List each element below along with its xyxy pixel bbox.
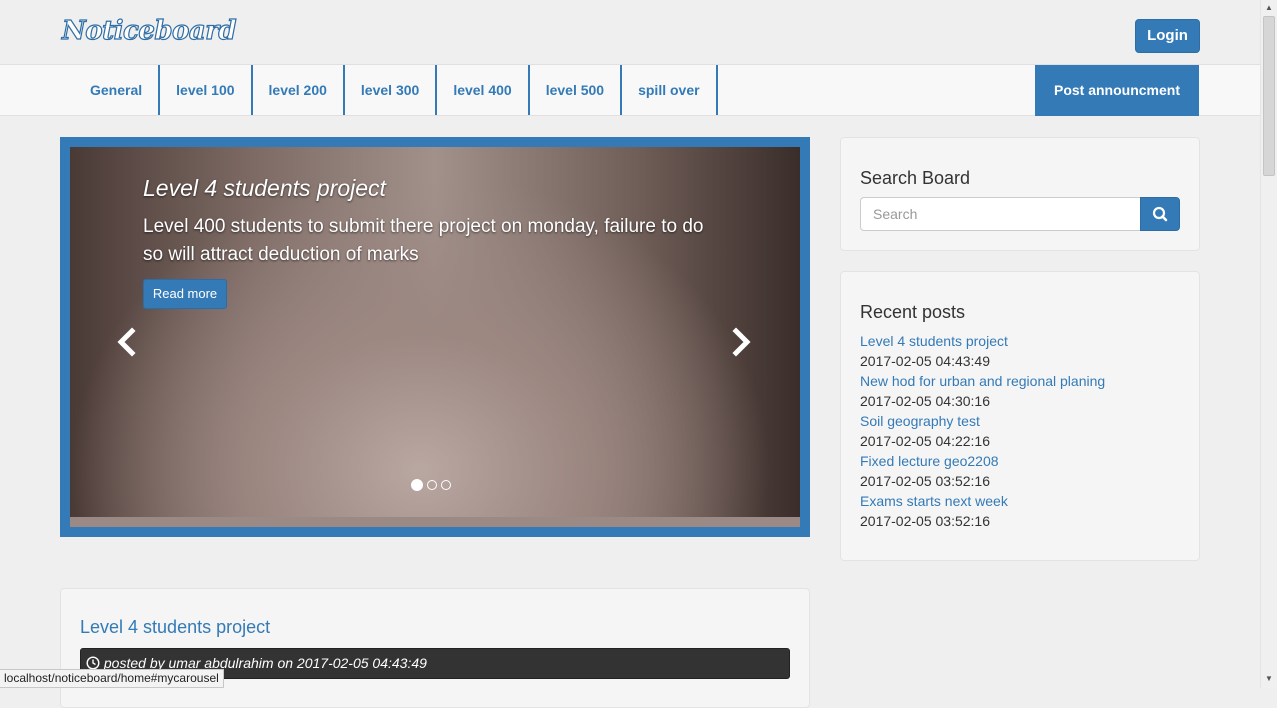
read-more-button[interactable]: Read more	[143, 279, 227, 309]
recent-posts-list: Level 4 students project 2017-02-05 04:4…	[860, 331, 1105, 531]
post-announcement-button[interactable]: Post announcment	[1035, 65, 1199, 116]
recent-post-date: 2017-02-05 04:30:16	[860, 393, 990, 409]
slide-text: Level 400 students to submit there proje…	[143, 216, 704, 265]
scrollbar-thumb[interactable]	[1263, 16, 1275, 176]
category-navbar: General level 100 level 200 level 300 le…	[0, 64, 1260, 116]
nav-item-level-500[interactable]: level 500	[530, 65, 623, 115]
carousel-indicator-1[interactable]	[411, 479, 423, 491]
recent-post-date: 2017-02-05 03:52:16	[860, 513, 990, 529]
scroll-up-icon[interactable]: ▲	[1264, 3, 1274, 12]
recent-posts-heading: Recent posts	[860, 302, 966, 322]
search-button[interactable]	[1140, 197, 1180, 231]
recent-post-date: 2017-02-05 03:52:16	[860, 473, 990, 489]
nav-item-level-200[interactable]: level 200	[253, 65, 345, 115]
search-panel: Search Board	[840, 137, 1200, 251]
nav-item-level-300[interactable]: level 300	[345, 65, 438, 115]
recent-post-link[interactable]: Soil geography test	[860, 411, 1105, 431]
search-heading: Search Board	[860, 168, 971, 188]
post-date: 2017-02-05 04:43:49	[296, 655, 427, 671]
top-bar: Noticeboard Login	[0, 0, 1260, 64]
site-logo[interactable]: Noticeboard	[61, 15, 237, 46]
search-input[interactable]	[860, 197, 1141, 231]
recent-post-link[interactable]: New hod for urban and regional planing	[860, 371, 1105, 391]
recent-post-link[interactable]: Exams starts next week	[860, 491, 1105, 511]
recent-post-date: 2017-02-05 04:22:16	[860, 433, 990, 449]
status-bar-url: localhost/noticeboard/home#mycarousel	[0, 669, 224, 688]
clock-icon	[86, 656, 100, 670]
nav-item-spill-over[interactable]: spill over	[622, 65, 718, 115]
recent-post-date: 2017-02-05 04:43:49	[860, 353, 990, 369]
carousel-indicators	[411, 479, 451, 491]
post-panel: Level 4 students project posted by umar …	[60, 588, 810, 708]
recent-posts-panel: Recent posts Level 4 students project 20…	[840, 271, 1200, 561]
chevron-left-icon[interactable]	[114, 327, 140, 357]
slide-title: Level 4 students project	[143, 175, 386, 201]
carousel: Level 4 students project Level 400 stude…	[60, 137, 810, 537]
nav-item-level-400[interactable]: level 400	[437, 65, 530, 115]
vertical-scrollbar[interactable]: ▲ ▼	[1260, 0, 1277, 688]
chevron-right-icon[interactable]	[728, 327, 754, 357]
carousel-indicator-2[interactable]	[427, 480, 437, 490]
carousel-slide: Level 4 students project Level 400 stude…	[70, 147, 800, 527]
nav-item-level-100[interactable]: level 100	[160, 65, 253, 115]
scroll-down-icon[interactable]: ▼	[1264, 674, 1274, 683]
post-meta-on: on	[273, 655, 297, 671]
recent-post-link[interactable]: Fixed lecture geo2208	[860, 451, 1105, 471]
carousel-indicator-3[interactable]	[441, 480, 451, 490]
nav-item-general[interactable]: General	[74, 65, 161, 115]
login-button[interactable]: Login	[1135, 19, 1200, 53]
category-tabs: General level 100 level 200 level 300 le…	[74, 65, 718, 117]
recent-post-link[interactable]: Level 4 students project	[860, 331, 1105, 351]
search-icon	[1152, 206, 1168, 222]
post-title[interactable]: Level 4 students project	[80, 617, 270, 638]
